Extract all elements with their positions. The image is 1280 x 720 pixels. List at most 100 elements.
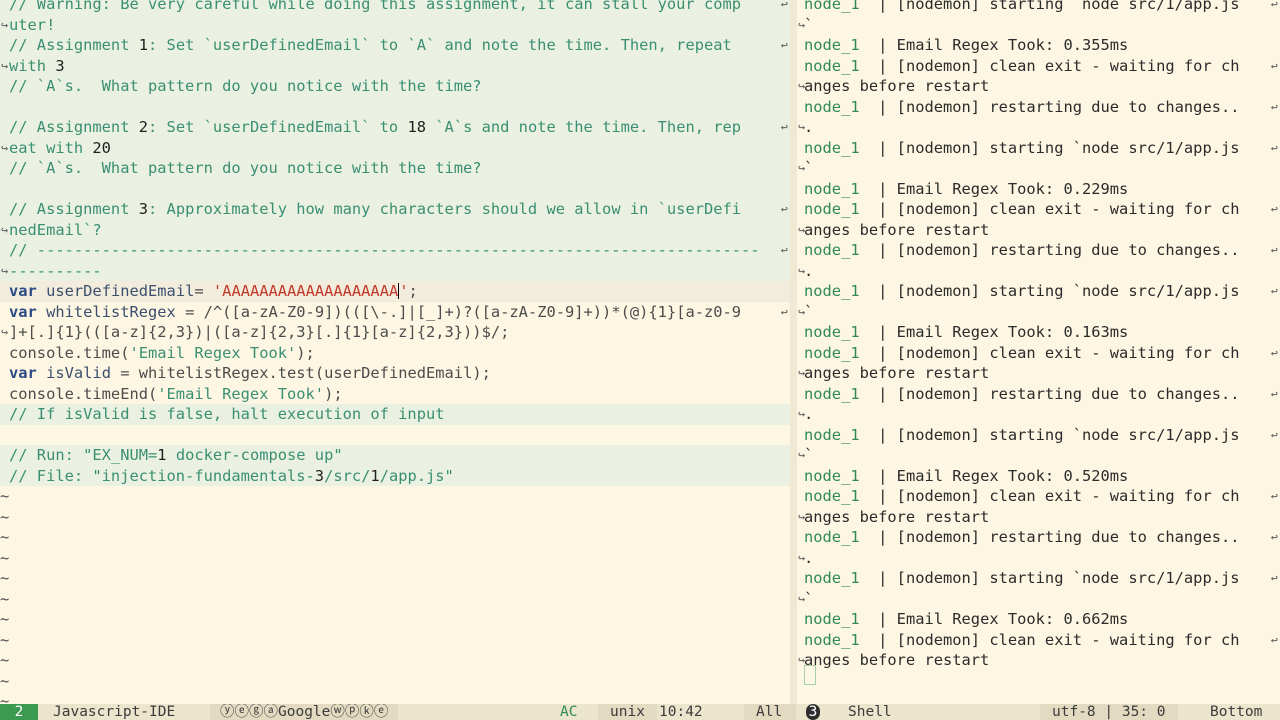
wrap-continuation-icon: ↪ bbox=[1, 17, 9, 32]
line-text: uter! bbox=[9, 15, 56, 34]
empty-line-tilde: ~ bbox=[0, 548, 10, 567]
shell-line-text: . bbox=[804, 548, 814, 567]
comment-line[interactable]: // If isValid is false, halt execution o… bbox=[0, 404, 790, 425]
shell-line-text: node_1 | [nodemon] restarting due to cha… bbox=[804, 384, 1240, 403]
shell-output-line: node_1 | [nodemon] starting `node src/1/… bbox=[797, 281, 1280, 302]
code-line[interactable]: var isValid = whitelistRegex.test(userDe… bbox=[0, 363, 790, 384]
comment-line[interactable]: // Assignment 2: Set `userDefinedEmail` … bbox=[0, 117, 790, 138]
window-divider[interactable] bbox=[790, 0, 797, 704]
wrap-continuation-icon: ↪ bbox=[1, 325, 9, 339]
wrap-indicator-icon: ↩ bbox=[1270, 571, 1278, 585]
window-number-badge-right[interactable]: 3 bbox=[806, 704, 820, 720]
comment-line[interactable]: // Run: "EX_NUM=1 docker-compose up" bbox=[0, 445, 790, 466]
line-text: // Assignment 3: Approximately how many … bbox=[9, 200, 742, 218]
wrap-continuation-icon: ↪ bbox=[798, 17, 806, 32]
wrap-indicator-icon: ↩ bbox=[1270, 345, 1278, 360]
line-text: // -------------------------------------… bbox=[9, 241, 760, 259]
shell-line-text: anges before restart bbox=[804, 651, 990, 669]
major-mode-right[interactable]: Shell bbox=[848, 704, 892, 720]
comment-line[interactable]: // `A`s. What pattern do you notice with… bbox=[0, 76, 790, 97]
shell-output-line: . ↪ bbox=[797, 404, 1280, 425]
shell-output-line: anges before restart ↪ bbox=[797, 363, 1280, 384]
line-text: // Assignment 2: Set `userDefinedEmail` … bbox=[9, 118, 742, 136]
shell-line-text: node_1 | Email Regex Took: 0.355ms bbox=[804, 36, 1129, 54]
line-text: with 3 bbox=[9, 56, 65, 75]
shell-output-line: ` ↪ bbox=[797, 445, 1280, 466]
shell-output-line: ` ↪ bbox=[797, 15, 1280, 36]
comment-line[interactable]: ---------- ↪ bbox=[0, 260, 790, 281]
comment-line[interactable] bbox=[0, 178, 790, 199]
shell-line-text: node_1 | [nodemon] restarting due to cha… bbox=[804, 97, 1240, 116]
comment-line[interactable]: // Warning: Be very careful while doing … bbox=[0, 0, 790, 15]
shell-output-line: node_1 | [nodemon] starting `node src/1/… bbox=[797, 425, 1280, 446]
shell-output-line: . ↪ bbox=[797, 261, 1280, 282]
wrap-indicator-icon: ↩ bbox=[780, 120, 788, 134]
line-text: // File: "injection-fundamentals-3/src/1… bbox=[9, 466, 454, 485]
shell-line-text: node_1 | [nodemon] restarting due to cha… bbox=[804, 241, 1240, 259]
empty-line-tilde: ~ bbox=[0, 610, 10, 628]
line-text: // `A`s. What pattern do you notice with… bbox=[9, 77, 482, 95]
wrap-continuation-icon: ↪ bbox=[798, 79, 806, 93]
shell-output-line: node_1 | Email Regex Took: 0.355ms bbox=[797, 35, 1280, 56]
wrap-indicator-icon: ↩ bbox=[780, 304, 788, 319]
comment-line[interactable]: // `A`s. What pattern do you notice with… bbox=[0, 158, 790, 179]
cursor-position: 10:42 bbox=[659, 704, 703, 720]
wrap-continuation-icon: ↪ bbox=[798, 448, 806, 462]
wrap-continuation-icon: ↪ bbox=[798, 161, 806, 175]
comment-line[interactable]: // Assignment 3: Approximately how many … bbox=[0, 199, 790, 220]
wrap-continuation-icon: ↪ bbox=[798, 509, 806, 524]
wrap-indicator-icon: ↩ bbox=[1270, 632, 1278, 647]
code-line[interactable]: ]+[.]{1}(([a-z]{2,3})|([a-z]{2,3}[.]{1}[… bbox=[0, 322, 790, 343]
line-text: // Warning: Be very careful while doing … bbox=[9, 0, 742, 13]
comment-line[interactable]: nedEmail`? ↪ bbox=[0, 219, 790, 240]
wrap-continuation-icon: ↪ bbox=[798, 263, 806, 278]
code-line[interactable]: console.time('Email Regex Took'); bbox=[0, 343, 790, 364]
code-line[interactable]: var userDefinedEmail= 'AAAAAAAAAAAAAAAAA… bbox=[0, 281, 790, 302]
wrap-continuation-icon: ↪ bbox=[798, 304, 806, 319]
shell-pane[interactable]: node_1 | [nodemon] starting `node src/1/… bbox=[797, 0, 1280, 704]
line-text: var userDefinedEmail= 'AAAAAAAAAAAAAAAAA… bbox=[9, 282, 418, 300]
shell-output-line: node_1 | [nodemon] restarting due to cha… bbox=[797, 97, 1280, 118]
eol-format: unix bbox=[598, 704, 657, 720]
empty-line-tilde: ~ bbox=[0, 630, 10, 649]
shell-output-line: node_1 | [nodemon] clean exit - waiting … bbox=[797, 486, 1280, 507]
shell-line-text: ` bbox=[804, 589, 814, 608]
wrap-indicator-icon: ↩ bbox=[1270, 202, 1278, 216]
shell-output-line: node_1 | Email Regex Took: 0.520ms bbox=[797, 466, 1280, 487]
wrap-indicator-icon: ↩ bbox=[780, 202, 788, 216]
shell-line-text: ` bbox=[804, 446, 814, 464]
wrap-continuation-icon: ↪ bbox=[798, 222, 806, 237]
editor-pane[interactable]: // Warning: Be very careful while doing … bbox=[0, 0, 790, 704]
shell-line-text: node_1 | [nodemon] clean exit - waiting … bbox=[804, 487, 1240, 505]
wrap-continuation-icon: ↪ bbox=[798, 591, 806, 606]
shell-output-line: node_1 | Email Regex Took: 0.163ms bbox=[797, 322, 1280, 343]
comment-line[interactable]: // Assignment 1: Set `userDefinedEmail` … bbox=[0, 35, 790, 56]
comment-line[interactable]: // File: "injection-fundamentals-3/src/1… bbox=[0, 465, 790, 486]
comment-line[interactable]: with 3 ↪ bbox=[0, 55, 790, 76]
minor-modes[interactable]: ⓨⓔⓖⓐGoogleⓦⓟⓚⓔ bbox=[210, 704, 399, 720]
empty-line-tilde: ~ bbox=[0, 671, 10, 690]
line-text: // Run: "EX_NUM=1 docker-compose up" bbox=[9, 446, 343, 464]
comment-line[interactable]: // -------------------------------------… bbox=[0, 240, 790, 261]
comment-line[interactable]: uter! ↪ bbox=[0, 14, 790, 35]
wrap-continuation-icon: ↪ bbox=[798, 366, 806, 380]
shell-output-line: ` ↪ bbox=[797, 589, 1280, 610]
code-line[interactable]: console.timeEnd('Email Regex Took'); bbox=[0, 384, 790, 405]
shell-output-line: anges before restart ↪ bbox=[797, 650, 1280, 671]
shell-output-line: anges before restart ↪ bbox=[797, 76, 1280, 97]
shell-line-text: node_1 | Email Regex Took: 0.662ms bbox=[804, 610, 1129, 628]
wrap-indicator-icon: ↩ bbox=[1270, 99, 1278, 114]
wrap-indicator-icon: ↩ bbox=[1270, 489, 1278, 503]
shell-output-line: anges before restart ↪ bbox=[797, 220, 1280, 241]
shell-line-text: node_1 | Email Regex Took: 0.163ms bbox=[804, 323, 1129, 341]
code-line[interactable] bbox=[0, 425, 790, 446]
code-line[interactable]: var whitelistRegex = /^([a-zA-Z0-9])(([\… bbox=[0, 302, 790, 323]
major-mode-left[interactable]: Javascript-IDE bbox=[53, 704, 175, 720]
comment-line[interactable]: eat with 20 ↪ bbox=[0, 137, 790, 158]
line-text: console.timeEnd('Email Regex Took'); bbox=[9, 384, 343, 403]
comment-line[interactable] bbox=[0, 96, 790, 117]
line-text: eat with 20 bbox=[9, 138, 111, 157]
window-number-badge-left[interactable]: 2 bbox=[0, 704, 38, 720]
shell-output-line: node_1 | [nodemon] starting `node src/1/… bbox=[797, 138, 1280, 159]
line-text: ---------- bbox=[9, 261, 102, 280]
